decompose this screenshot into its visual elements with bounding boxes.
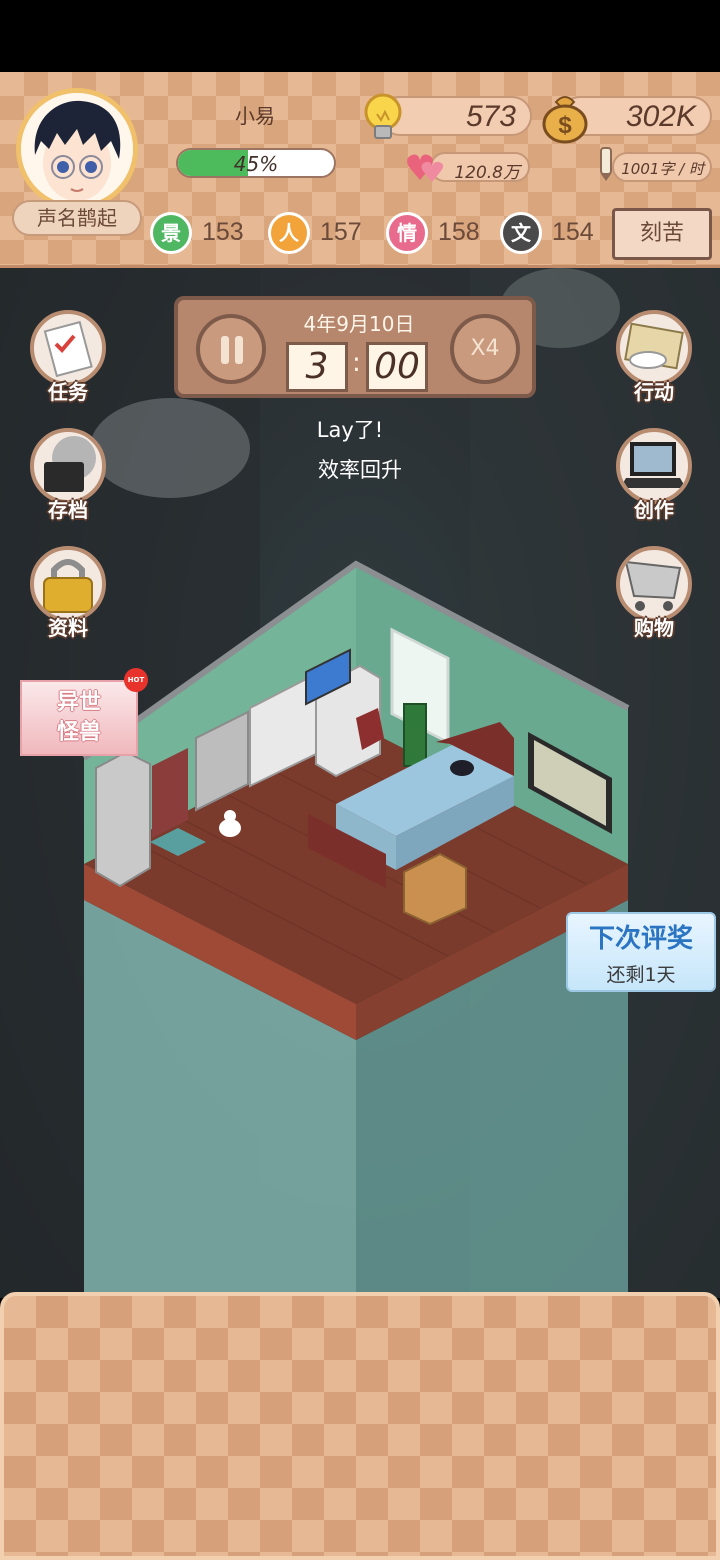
lightbulb-icon — [364, 93, 402, 139]
writing-speed-value: 1001字 / 时 — [621, 160, 704, 178]
save-icon — [30, 428, 106, 504]
notice-line-2: 效率回升 — [318, 458, 402, 482]
save-button[interactable]: 存档 — [26, 428, 116, 538]
money-value: 302K — [625, 100, 696, 133]
avatar-portrait — [21, 93, 133, 205]
scene-stat-icon: 景 — [150, 212, 192, 254]
event-line-1: 异世 — [56, 690, 101, 715]
create-button[interactable]: 创作 — [612, 428, 702, 538]
game-date: 4年9月10日 — [303, 312, 415, 336]
speed-button[interactable]: X4 — [450, 314, 520, 384]
shop-label: 购物 — [634, 616, 674, 640]
progress-bar: 45% — [176, 148, 336, 178]
progress-label: 45% — [233, 152, 279, 176]
emotion-stat-icon: 情 — [386, 212, 428, 254]
action-icon — [616, 310, 692, 386]
pause-button[interactable] — [196, 314, 266, 384]
action-button[interactable]: 行动 — [612, 310, 702, 420]
lock-icon — [30, 546, 106, 622]
award-remaining: 还剩1天 — [606, 964, 676, 986]
scene-stat-value: 153 — [202, 218, 244, 246]
status-bar — [0, 0, 720, 72]
fame-badge: 声名鹊起 — [12, 200, 142, 236]
award-title: 下次评奖 — [588, 924, 693, 954]
character-stat-value: 157 — [320, 218, 362, 246]
money-bag-icon: $ — [542, 96, 588, 144]
notice-line-1: Lay了! — [316, 418, 384, 442]
character-stat-icon: 人 — [268, 212, 310, 254]
writing-speed-counter: 1001字 / 时 — [612, 152, 712, 182]
event-line-2: 怪兽 — [56, 720, 101, 745]
otherworld-monster-button[interactable]: 异世 怪兽 — [20, 680, 138, 756]
bottom-panel — [0, 1292, 720, 1560]
writing-stat-icon: 文 — [500, 212, 542, 254]
emotion-stat-value: 158 — [438, 218, 480, 246]
shop-button[interactable]: 购物 — [612, 546, 702, 656]
profile-button[interactable]: 资料 — [26, 546, 116, 656]
task-button[interactable]: 任务 — [26, 310, 116, 420]
hot-badge: HOT — [124, 668, 148, 692]
task-icon — [30, 310, 106, 386]
cart-icon — [616, 546, 692, 622]
writing-stat-value: 154 — [552, 218, 594, 246]
laptop-icon — [616, 428, 692, 504]
clock-colon: : — [352, 348, 361, 378]
hearts-icon — [407, 154, 444, 182]
create-label: 创作 — [634, 498, 674, 522]
fans-value: 120.8万 — [454, 163, 520, 183]
time-board: 4年9月10日 3 : 00 X4 — [174, 296, 536, 398]
study-hard-button[interactable]: 刻苦 — [612, 208, 712, 260]
player-name: 小易 — [235, 104, 275, 128]
save-label: 存档 — [48, 498, 88, 522]
profile-label: 资料 — [48, 616, 88, 640]
ideas-value: 573 — [465, 100, 516, 133]
task-label: 任务 — [48, 380, 88, 404]
action-label: 行动 — [634, 380, 674, 404]
next-award-panel[interactable]: 下次评奖 还剩1天 — [566, 912, 716, 992]
clock-hour: 3 — [286, 342, 348, 392]
avatar[interactable] — [16, 88, 138, 210]
svg-text:$: $ — [558, 112, 572, 139]
pen-icon — [600, 147, 612, 181]
clock-minute: 00 — [366, 342, 428, 392]
